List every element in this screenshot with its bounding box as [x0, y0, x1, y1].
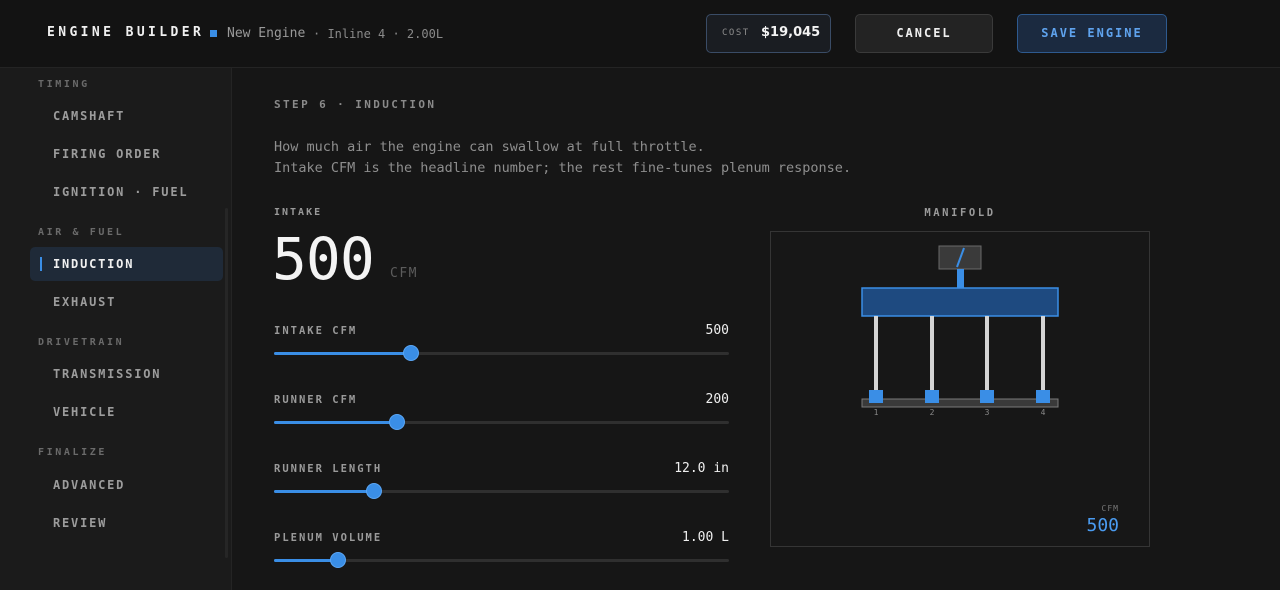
- plenum-icon: [861, 287, 1059, 317]
- app-title: ENGINE BUILDER: [47, 25, 205, 40]
- param-value: 12.0 in: [674, 461, 729, 476]
- sidebar-item-review[interactable]: REVIEW: [30, 506, 223, 540]
- sidebar-item-label: ADVANCED: [53, 478, 126, 492]
- sidebar-item-label: FIRING ORDER: [53, 147, 162, 161]
- plenum-volume-param: PLENUM VOLUME 1.00 L: [274, 530, 729, 572]
- slider-fill: [274, 352, 411, 355]
- cylinder-label: 1: [874, 408, 879, 417]
- intake-unit: CFM: [390, 266, 418, 281]
- runner-cfm-slider[interactable]: [274, 414, 729, 430]
- param-name: RUNNER CFM: [274, 394, 358, 406]
- sidebar-item-label: IGNITION · FUEL: [53, 185, 189, 199]
- sidebar-scrollbar[interactable]: [225, 208, 228, 558]
- manifold-title: MANIFOLD: [924, 207, 996, 219]
- cost-value: $19,045: [761, 25, 821, 40]
- runner-cfm-param: RUNNER CFM 200: [274, 392, 729, 434]
- sidebar-item-induction[interactable]: INDUCTION: [30, 247, 223, 281]
- engine-spec: · Inline 4 · 2.00L: [313, 27, 444, 41]
- cancel-button[interactable]: CANCEL: [855, 14, 993, 53]
- slider-thumb[interactable]: [402, 345, 419, 361]
- step-label: STEP 6 · INDUCTION: [274, 98, 437, 111]
- sidebar-item-label: INDUCTION: [53, 257, 135, 271]
- slider-thumb[interactable]: [366, 483, 383, 499]
- plenum-volume-slider[interactable]: [274, 552, 729, 568]
- intake-cfm-slider[interactable]: [274, 345, 729, 361]
- sidebar-group-drivetrain: DRIVETRAIN: [38, 337, 125, 348]
- cost-display: COST $19,045: [706, 14, 831, 53]
- sidebar-group-timing: TIMING: [38, 79, 90, 90]
- sidebar-item-vehicle[interactable]: VEHICLE: [30, 395, 223, 429]
- intake-port-1: [869, 390, 883, 403]
- runner-1: [874, 316, 878, 392]
- cylinder-head-icon: [861, 398, 1059, 408]
- engine-name: New Engine: [227, 26, 306, 41]
- sidebar-item-label: REVIEW: [53, 516, 108, 530]
- runner-length-slider[interactable]: [274, 483, 729, 499]
- intake-value: 500: [272, 225, 375, 293]
- param-value: 200: [705, 392, 729, 407]
- sidebar-item-ignition-fuel[interactable]: IGNITION · FUEL: [30, 175, 223, 209]
- slider-fill: [274, 559, 338, 562]
- intake-cfm-param: INTAKE CFM 500: [274, 323, 729, 365]
- cylinder-label: 4: [1041, 408, 1046, 417]
- sidebar-item-camshaft[interactable]: CAMSHAFT: [30, 99, 223, 133]
- sidebar-item-transmission[interactable]: TRANSMISSION: [30, 357, 223, 391]
- intake-port-4: [1036, 390, 1050, 403]
- slider-thumb[interactable]: [329, 552, 346, 568]
- top-bar: ENGINE BUILDER New Engine · Inline 4 · 2…: [0, 0, 1280, 68]
- slider-thumb[interactable]: [388, 414, 405, 430]
- runner-4: [1041, 316, 1045, 392]
- manifold-cfm-value: 500: [1086, 515, 1119, 536]
- sidebar-item-advanced[interactable]: ADVANCED: [30, 468, 223, 502]
- param-name: RUNNER LENGTH: [274, 463, 383, 475]
- throttle-neck: [957, 269, 964, 288]
- active-indicator: [40, 257, 42, 271]
- sidebar-item-label: VEHICLE: [53, 405, 117, 419]
- manifold-panel: 1 2 3 4 CFM 500: [770, 231, 1150, 547]
- intake-port-2: [925, 390, 939, 403]
- sidebar-group-air-fuel: AIR & FUEL: [38, 227, 125, 238]
- runner-length-param: RUNNER LENGTH 12.0 in: [274, 461, 729, 503]
- cylinder-label: 3: [985, 408, 990, 417]
- description-line: How much air the engine can swallow at f…: [274, 139, 705, 155]
- description-line: Intake CFM is the headline number; the r…: [274, 160, 852, 176]
- square-marker-icon: [210, 30, 217, 37]
- manifold-cfm-label: CFM: [1101, 504, 1119, 513]
- save-engine-button[interactable]: SAVE ENGINE: [1017, 14, 1167, 53]
- sidebar-item-label: TRANSMISSION: [53, 367, 162, 381]
- cylinder-label: 2: [930, 408, 935, 417]
- slider-fill: [274, 421, 397, 424]
- runner-2: [930, 316, 934, 392]
- cost-label: COST: [722, 28, 750, 38]
- runner-3: [985, 316, 989, 392]
- slider-fill: [274, 490, 375, 493]
- param-name: PLENUM VOLUME: [274, 532, 383, 544]
- manifold-diagram: 1 2 3 4: [861, 245, 1059, 417]
- sidebar-item-exhaust[interactable]: EXHAUST: [30, 285, 223, 319]
- sidebar-item-label: CAMSHAFT: [53, 109, 126, 123]
- param-value: 500: [705, 323, 729, 338]
- param-name: INTAKE CFM: [274, 325, 358, 337]
- intake-port-3: [980, 390, 994, 403]
- sidebar-group-finalize: FINALIZE: [38, 447, 107, 458]
- sidebar-item-firing-order[interactable]: FIRING ORDER: [30, 137, 223, 171]
- param-value: 1.00 L: [682, 530, 729, 545]
- intake-label: INTAKE: [274, 207, 323, 218]
- sidebar-item-label: EXHAUST: [53, 295, 117, 309]
